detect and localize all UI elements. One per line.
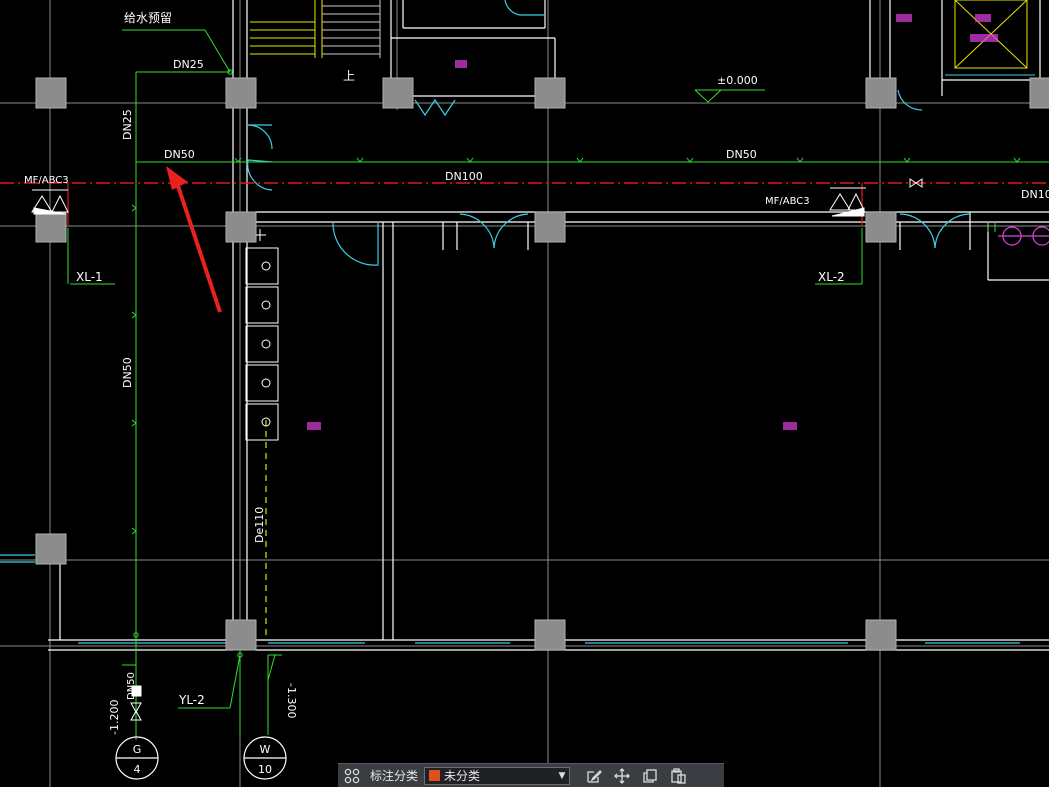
chevron-down-icon: ▼ — [558, 770, 566, 781]
label-level-neg1300: -1.300 — [285, 683, 298, 718]
paste-icon[interactable] — [664, 765, 692, 787]
label-dn50-right: DN50 — [726, 148, 757, 161]
label-dn100-mid: DN100 — [445, 170, 483, 183]
bubble-g-top-text: G — [133, 743, 142, 756]
grid-lines — [0, 0, 1049, 787]
label-xl1: XL-1 — [76, 270, 103, 284]
move-icon[interactable] — [608, 765, 636, 787]
label-de110: De110 — [253, 507, 266, 543]
label-dn25-top: DN25 — [173, 58, 204, 71]
label-level-neg1200: -1.200 — [108, 700, 121, 735]
label-dn100-right: DN100 — [1021, 188, 1049, 201]
cad-canvas[interactable]: 给水预留 DN25 DN25 DN50 DN50 DN100 DN100 DN5… — [0, 0, 1049, 787]
annotation-category-label: 标注分类 — [370, 769, 419, 783]
bubble-w-top-text: W — [260, 743, 271, 756]
stair-lines-right — [322, 0, 381, 58]
stair-lines — [250, 0, 323, 58]
label-reserved-water: 给水预留 — [124, 11, 172, 25]
edit-icon[interactable] — [580, 765, 608, 787]
label-dn50-left: DN50 — [164, 148, 195, 161]
label-dn50-small: DN50 — [126, 672, 137, 700]
label-dn25-vertical: DN25 — [121, 109, 134, 140]
fixture-right — [998, 226, 1049, 246]
grid-view-icon[interactable] — [338, 765, 366, 787]
columns — [35, 77, 1049, 651]
category-select[interactable]: 未分类 ▼ — [424, 766, 571, 785]
sink-fixtures — [245, 229, 279, 441]
category-color-swatch — [429, 770, 441, 781]
label-level-zero: ±0.000 — [717, 74, 758, 87]
label-yl2: YL-2 — [178, 693, 205, 707]
annotation-toolbar: 标注分类 未分类 ▼ — [338, 763, 724, 787]
label-dn50-vertical: DN50 — [121, 357, 134, 388]
label-mf-left: MF/ABC3 — [24, 175, 69, 186]
copy-icon[interactable] — [636, 765, 664, 787]
label-mf-right: MF/ABC3 — [765, 196, 810, 207]
label-xl2: XL-2 — [818, 270, 845, 284]
bubble-w-bottom-text: 10 — [258, 763, 272, 776]
bubble-g-bottom-text: 4 — [134, 763, 141, 776]
category-select-value: 未分类 — [444, 769, 481, 783]
red-arrow — [166, 166, 222, 313]
label-shang: 上 — [343, 69, 355, 83]
